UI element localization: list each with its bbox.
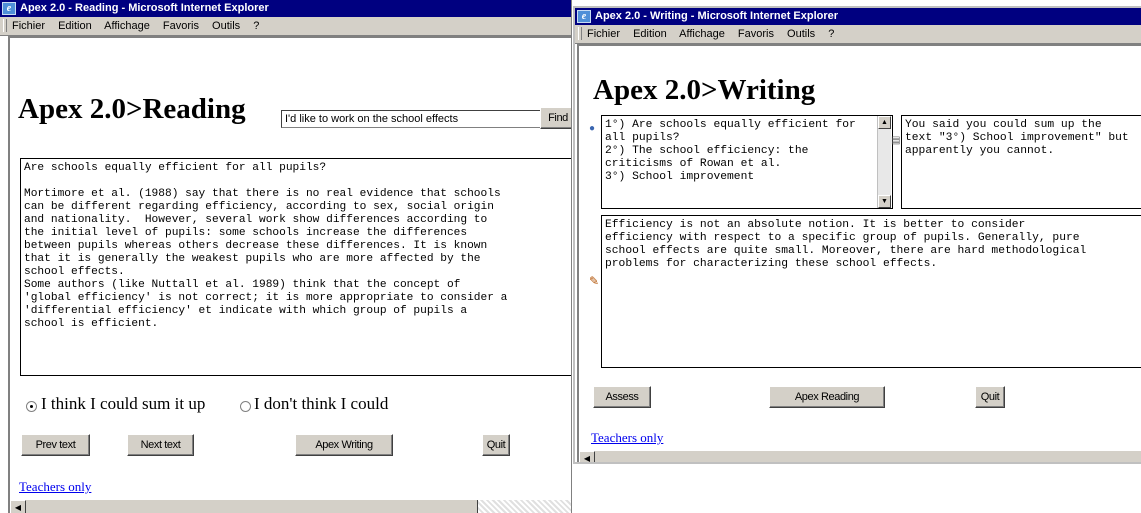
assess-button[interactable]: Assess — [593, 386, 651, 408]
feedback-text-area: You said you could sum up the text "3°) … — [901, 115, 1141, 209]
writing-title-bar[interactable]: e Apex 2.0 - Writing - Microsoft Interne… — [575, 8, 1141, 25]
teachers-only-link[interactable]: Teachers only — [591, 430, 663, 446]
horizontal-scrollbar[interactable]: ◀ — [579, 450, 1141, 462]
document-icon: ▤ — [891, 135, 901, 146]
pencil-icon: ✎ — [589, 274, 600, 288]
reading-window: e Apex 2.0 - Reading - Microsoft Interne… — [0, 0, 572, 513]
menu-fichier[interactable]: Fichier — [12, 20, 45, 32]
writing-page: Apex 2.0>Writing ● 1°) Are schools equal… — [577, 44, 1141, 462]
writing-menu-bar: Fichier Edition Affichage Favoris Outils… — [575, 25, 1141, 44]
ie-logo-icon: e — [2, 2, 16, 15]
info-icon: ● — [589, 123, 596, 134]
scrollbar-thumb[interactable] — [26, 500, 478, 513]
writing-window: e Apex 2.0 - Writing - Microsoft Interne… — [573, 6, 1141, 464]
menu-fichier[interactable]: Fichier — [587, 28, 620, 40]
find-button[interactable]: Find — [540, 107, 571, 129]
menu-favoris[interactable]: Favoris — [163, 20, 199, 32]
scrollbar-track[interactable] — [478, 500, 571, 513]
menu-grip — [578, 27, 582, 40]
reading-title-bar[interactable]: e Apex 2.0 - Reading - Microsoft Interne… — [0, 0, 571, 17]
outline-text-area[interactable]: 1°) Are schools equally efficient for al… — [601, 115, 893, 209]
could-sum-up-label: I think I could sum it up — [41, 394, 206, 413]
could-not-sum-up-label: I don't think I could — [254, 394, 389, 413]
reading-menu-bar: Fichier Edition Affichage Favoris Outils… — [0, 17, 571, 36]
menu-grip — [3, 19, 7, 32]
apex-writing-button[interactable]: Apex Writing — [295, 434, 393, 456]
prev-text-button[interactable]: Prev text — [21, 434, 90, 456]
scroll-down-icon[interactable]: ▼ — [878, 195, 891, 208]
writing-window-title: Apex 2.0 - Writing - Microsoft Internet … — [595, 10, 839, 22]
ie-logo-icon: e — [577, 10, 591, 23]
menu-edition[interactable]: Edition — [58, 20, 92, 32]
menu-favoris[interactable]: Favoris — [738, 28, 774, 40]
search-input[interactable] — [281, 110, 541, 128]
apex-reading-button[interactable]: Apex Reading — [769, 386, 885, 408]
scroll-left-icon[interactable]: ◀ — [10, 500, 26, 513]
menu-outils[interactable]: Outils — [212, 20, 240, 32]
menu-outils[interactable]: Outils — [787, 28, 815, 40]
reading-page: Apex 2.0>Reading Find Are schools equall… — [8, 36, 571, 513]
reading-text-area[interactable]: Are schools equally efficient for all pu… — [20, 158, 571, 376]
could-not-sum-up-radio[interactable] — [240, 401, 251, 412]
menu-affichage[interactable]: Affichage — [104, 20, 150, 32]
scroll-up-icon[interactable]: ▲ — [878, 116, 891, 129]
scroll-left-icon[interactable]: ◀ — [579, 451, 595, 462]
outline-vertical-scrollbar[interactable]: ▲ ▼ — [877, 116, 891, 208]
menu-edition[interactable]: Edition — [633, 28, 667, 40]
page-title: Apex 2.0>Writing — [593, 74, 816, 106]
could-sum-up-radio[interactable] — [26, 401, 37, 412]
quit-button[interactable]: Quit — [975, 386, 1005, 408]
reading-window-title: Apex 2.0 - Reading - Microsoft Internet … — [20, 2, 269, 14]
page-title: Apex 2.0>Reading — [18, 93, 246, 125]
horizontal-scrollbar[interactable]: ◀ — [10, 499, 571, 513]
essay-text-area[interactable]: Efficiency is not an absolute notion. It… — [601, 215, 1141, 368]
quit-button[interactable]: Quit — [482, 434, 510, 456]
teachers-only-link[interactable]: Teachers only — [19, 479, 91, 495]
menu-affichage[interactable]: Affichage — [679, 28, 725, 40]
menu-help[interactable]: ? — [253, 20, 259, 32]
menu-help[interactable]: ? — [828, 28, 834, 40]
next-text-button[interactable]: Next text — [127, 434, 194, 456]
